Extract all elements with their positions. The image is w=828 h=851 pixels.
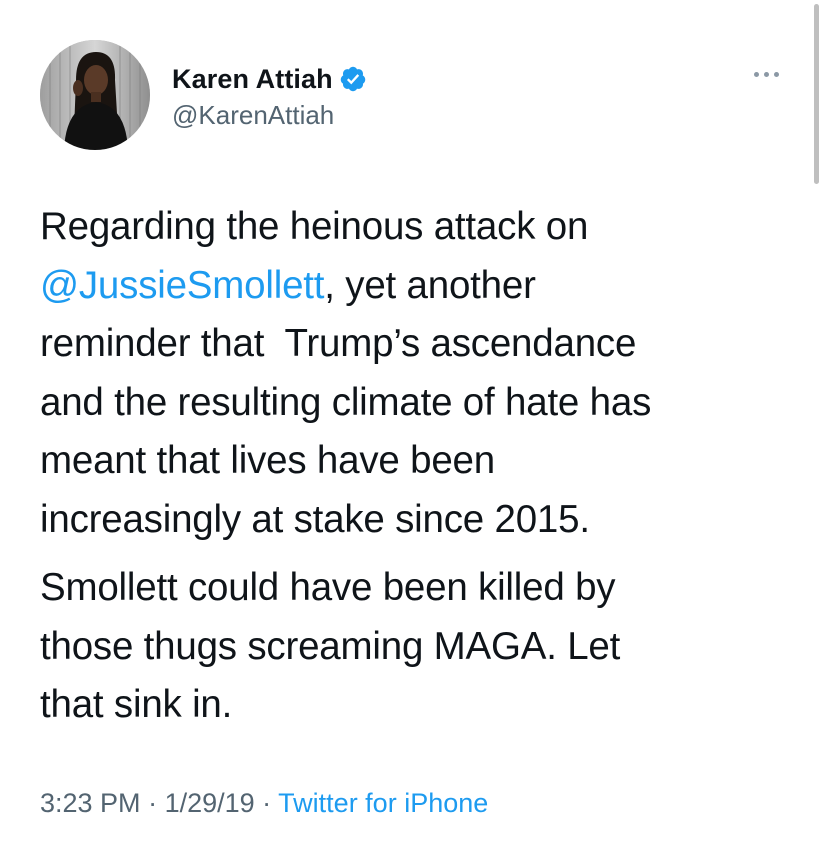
author-handle[interactable]: @KarenAttiah bbox=[172, 100, 367, 131]
tweet-date[interactable]: 1/29/19 bbox=[165, 788, 255, 818]
tweet-paragraph-1: Regarding the heinous attack on @JussieSm… bbox=[40, 198, 800, 549]
mention-link[interactable]: @JussieSmollett bbox=[40, 264, 324, 307]
separator: · bbox=[140, 788, 165, 818]
display-name-row: Karen Attiah bbox=[172, 62, 367, 96]
avatar[interactable] bbox=[40, 40, 150, 150]
tweet-source-link[interactable]: Twitter for iPhone bbox=[278, 788, 488, 818]
tweet-metadata: 3:23 PM · 1/29/19 · Twitter for iPhone bbox=[40, 788, 488, 819]
tweet-header: Karen Attiah @KarenAttiah bbox=[40, 40, 367, 152]
author-names: Karen Attiah @KarenAttiah bbox=[172, 62, 367, 131]
tweet-paragraph-2: Smollett could have been killed by those… bbox=[40, 566, 621, 726]
verified-badge-icon bbox=[339, 65, 367, 93]
tweet-time[interactable]: 3:23 PM bbox=[40, 788, 141, 818]
display-name[interactable]: Karen Attiah bbox=[172, 64, 333, 95]
tweet: Karen Attiah @KarenAttiah Regarding the … bbox=[0, 0, 828, 851]
scrollbar[interactable] bbox=[814, 4, 819, 184]
more-options-icon[interactable] bbox=[754, 64, 794, 84]
tweet-text: Regarding the heinous attack on @JussieSm… bbox=[40, 198, 800, 735]
separator: · bbox=[254, 788, 279, 818]
tweet-text-part: Regarding the heinous attack on bbox=[40, 205, 589, 248]
